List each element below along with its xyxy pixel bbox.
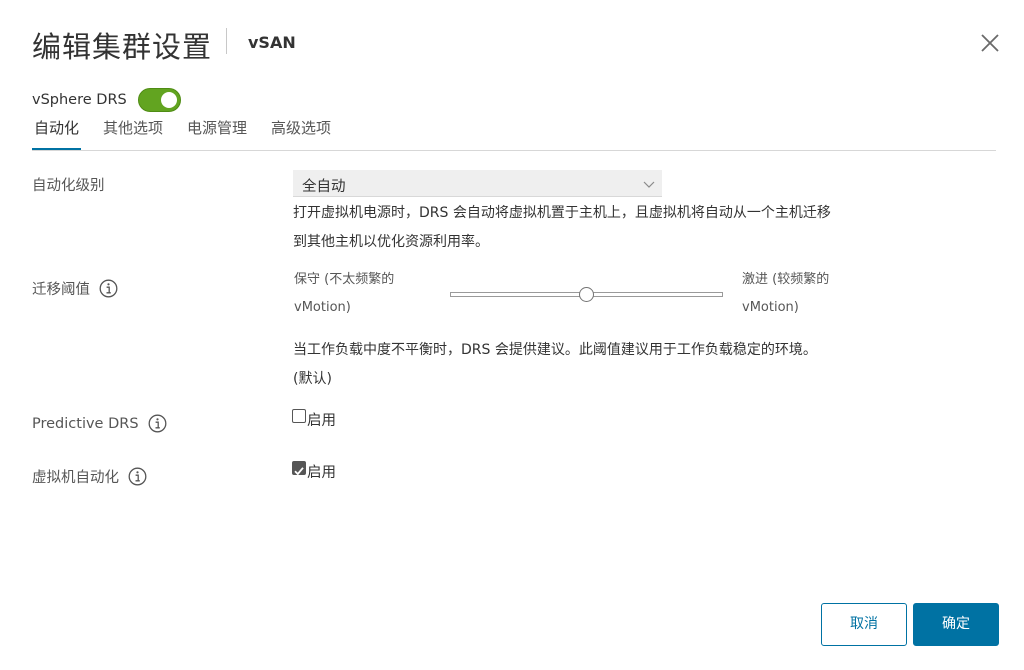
toggle-knob [161, 92, 177, 108]
vm-automation-label: 虚拟机自动化 [32, 466, 147, 487]
info-icon[interactable] [148, 414, 167, 433]
tab-other-options[interactable]: 其他选项 [101, 118, 165, 151]
migration-threshold-label-text: 迁移阈值 [32, 282, 90, 298]
tab-automation[interactable]: 自动化 [32, 118, 82, 151]
threshold-conservative-line-2: vMotion) [294, 300, 351, 315]
automation-level-label-text: 自动化级别 [32, 178, 105, 194]
threshold-slider-thumb[interactable] [579, 287, 594, 302]
migration-threshold-label: 迁移阈值 [32, 278, 118, 299]
tab-advanced-options[interactable]: 高级选项 [269, 118, 333, 151]
threshold-aggressive-label: 激进 (较频繁的 vMotion) [742, 266, 829, 322]
dialog-title: 编辑集群设置 [32, 30, 213, 64]
tab-bar: 自动化 其他选项 电源管理 高级选项 [32, 118, 353, 151]
ok-button[interactable]: 确定 [913, 603, 999, 646]
automation-desc-line-1: 打开虚拟机电源时，DRS 会自动将虚拟机置于主机上，且虚拟机将自动从一个主机迁移 [293, 205, 831, 221]
threshold-conservative-line-1: 保守 (不太频繁的 [294, 272, 395, 287]
tab-power-management[interactable]: 电源管理 [185, 118, 249, 151]
threshold-aggressive-line-2: vMotion) [742, 300, 799, 315]
tabs-divider [32, 150, 996, 151]
checkmark-icon [294, 467, 304, 476]
cluster-name: vSAN [248, 33, 296, 52]
predictive-drs-checkbox-label[interactable]: 启用 [307, 409, 336, 430]
automation-level-description: 打开虚拟机电源时，DRS 会自动将虚拟机置于主机上，且虚拟机将自动从一个主机迁移… [293, 199, 831, 257]
info-icon[interactable] [99, 279, 118, 298]
close-icon[interactable] [978, 31, 1002, 55]
vm-automation-checkbox[interactable] [292, 461, 306, 476]
title-divider [226, 28, 227, 54]
drs-label: vSphere DRS [32, 92, 127, 108]
automation-level-label: 自动化级别 [32, 174, 105, 195]
automation-level-value: 全自动 [302, 179, 346, 195]
cancel-button[interactable]: 取消 [821, 603, 907, 646]
info-icon[interactable] [128, 467, 147, 486]
threshold-desc-line-1: 当工作负载中度不平衡时，DRS 会提供建议。此阈值建议用于工作负载稳定的环境。 [293, 342, 817, 358]
predictive-drs-checkbox[interactable] [292, 409, 306, 423]
threshold-conservative-label: 保守 (不太频繁的 vMotion) [294, 266, 394, 322]
threshold-desc-line-2: (默认) [293, 371, 332, 387]
threshold-description: 当工作负载中度不平衡时，DRS 会提供建议。此阈值建议用于工作负载稳定的环境。 … [293, 336, 817, 394]
threshold-aggressive-line-1: 激进 (较频繁的 [742, 272, 830, 287]
automation-level-select[interactable]: 全自动 [293, 170, 662, 197]
predictive-drs-label: Predictive DRS [32, 414, 167, 433]
drs-toggle[interactable] [138, 88, 181, 112]
chevron-down-icon [643, 181, 655, 188]
predictive-drs-label-text: Predictive DRS [32, 415, 139, 432]
vm-automation-checkbox-label[interactable]: 启用 [307, 461, 336, 482]
automation-desc-line-2: 到其他主机以优化资源利用率。 [293, 234, 489, 250]
vm-automation-label-text: 虚拟机自动化 [32, 470, 119, 486]
